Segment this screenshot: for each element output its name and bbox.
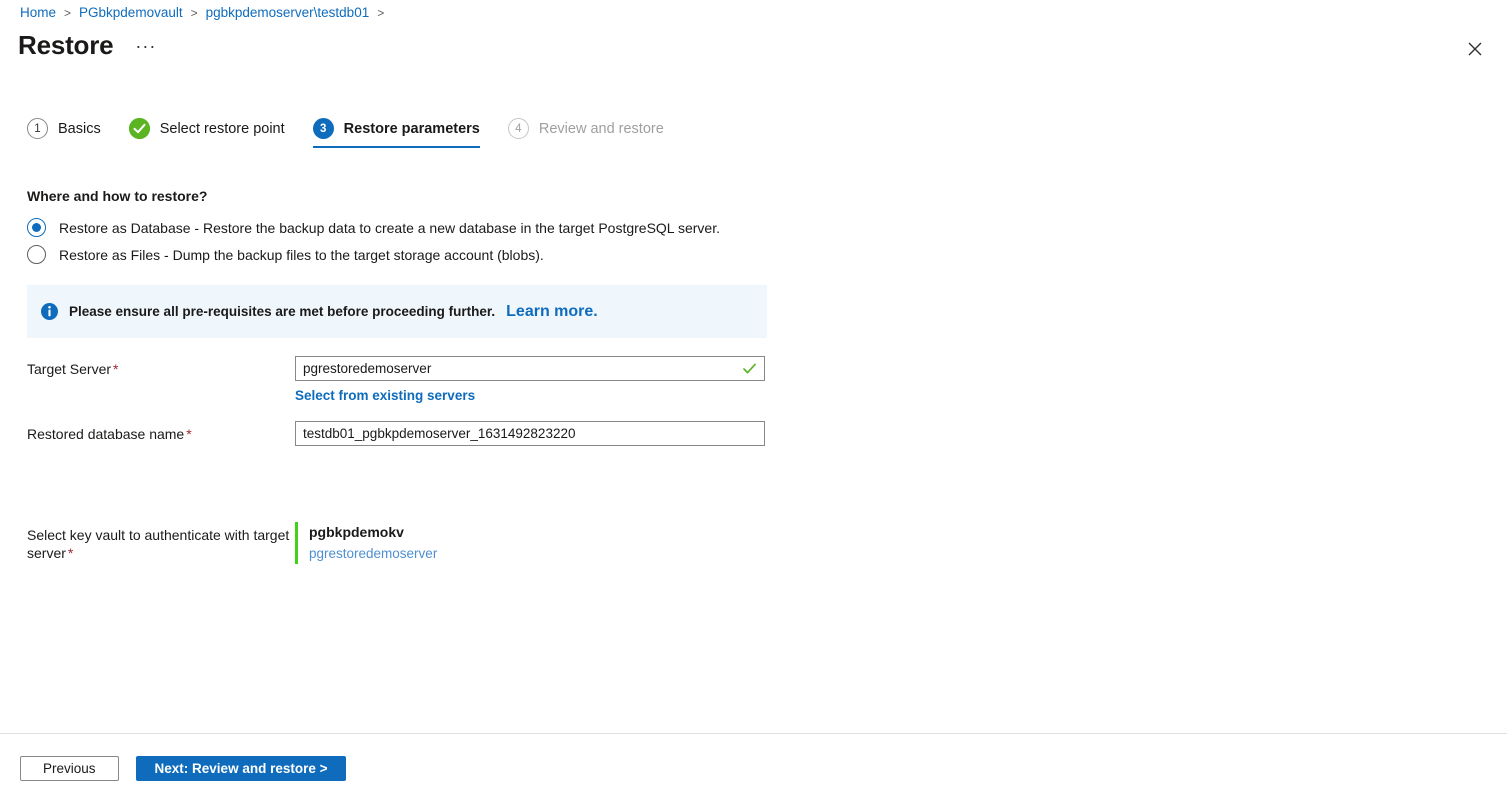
prerequisites-info-banner: Please ensure all pre-requisites are met… <box>27 285 767 338</box>
breadcrumb-item-vault[interactable]: PGbkpdemovault <box>79 5 183 20</box>
breadcrumb-separator-icon: > <box>377 6 384 20</box>
section-question: Where and how to restore? <box>27 188 1507 204</box>
select-from-existing-servers-link[interactable]: Select from existing servers <box>295 388 765 403</box>
learn-more-link[interactable]: Learn more. <box>506 303 598 321</box>
breadcrumb-item-home[interactable]: Home <box>20 5 56 20</box>
step-number-badge: 3 <box>313 118 334 139</box>
breadcrumb-separator-icon: > <box>191 6 198 20</box>
title-row: Restore ··· <box>18 30 162 61</box>
radio-restore-as-files[interactable]: Restore as Files - Dump the backup files… <box>27 245 1507 264</box>
wizard-steps: 1 Basics Select restore point 3 Restore … <box>27 118 678 148</box>
radio-restore-as-database[interactable]: Restore as Database - Restore the backup… <box>27 218 1507 237</box>
footer-divider <box>0 733 1507 734</box>
key-vault-name: pgbkpdemokv <box>309 522 437 543</box>
restored-database-name-label: Restored database name* <box>27 421 295 443</box>
wizard-step-basics[interactable]: 1 Basics <box>27 118 115 148</box>
close-icon <box>1468 42 1482 56</box>
key-vault-label-text: Select key vault to authenticate with ta… <box>27 527 289 561</box>
radio-unselected-icon <box>27 245 46 264</box>
form-body: Where and how to restore? Restore as Dat… <box>0 170 1507 564</box>
step-check-icon <box>129 118 150 139</box>
radio-label: Restore as Files - Dump the backup files… <box>59 247 544 263</box>
restored-database-name-control <box>295 421 765 446</box>
info-icon <box>41 303 58 320</box>
key-vault-control: pgbkpdemokv pgrestoredemoserver <box>295 522 437 564</box>
radio-label: Restore as Database - Restore the backup… <box>59 220 720 236</box>
required-marker: * <box>186 426 191 442</box>
wizard-step-restore-parameters[interactable]: 3 Restore parameters <box>313 118 494 148</box>
key-vault-label: Select key vault to authenticate with ta… <box>27 522 295 562</box>
target-server-input[interactable] <box>295 356 765 381</box>
target-server-label: Target Server* <box>27 356 295 378</box>
next-review-and-restore-button[interactable]: Next: Review and restore > <box>136 756 347 781</box>
step-label: Review and restore <box>539 121 664 137</box>
radio-selected-icon <box>27 218 46 237</box>
page-title: Restore <box>18 30 113 61</box>
step-number-badge: 4 <box>508 118 529 139</box>
key-vault-subtitle[interactable]: pgrestoredemoserver <box>309 543 437 564</box>
required-marker: * <box>68 545 73 561</box>
breadcrumb: Home > PGbkpdemovault > pgbkpdemoserver\… <box>20 5 392 20</box>
restored-database-name-label-text: Restored database name <box>27 426 184 442</box>
restored-database-name-field-row: Restored database name* <box>27 403 1507 446</box>
restored-database-name-input[interactable] <box>295 421 765 446</box>
restore-wizard-page: Home > PGbkpdemovault > pgbkpdemoserver\… <box>0 0 1507 801</box>
step-label: Basics <box>58 121 101 137</box>
target-server-field-row: Target Server* Select from existing serv… <box>27 338 1507 403</box>
key-vault-field-row: Select key vault to authenticate with ta… <box>27 504 1507 564</box>
wizard-footer: Previous Next: Review and restore > <box>20 756 346 781</box>
info-banner-text: Please ensure all pre-requisites are met… <box>69 304 495 319</box>
previous-button[interactable]: Previous <box>20 756 119 781</box>
close-button[interactable] <box>1459 33 1491 65</box>
more-options-button[interactable]: ··· <box>129 37 162 55</box>
breadcrumb-separator-icon: > <box>64 6 71 20</box>
target-server-label-text: Target Server <box>27 361 111 377</box>
wizard-step-select-restore-point[interactable]: Select restore point <box>129 118 299 148</box>
required-marker: * <box>113 361 118 377</box>
step-label: Restore parameters <box>344 121 480 137</box>
step-number-badge: 1 <box>27 118 48 139</box>
restore-option-radio-group: Restore as Database - Restore the backup… <box>27 218 1507 264</box>
target-server-control: Select from existing servers <box>295 356 765 403</box>
key-vault-selected-card[interactable]: pgbkpdemokv pgrestoredemoserver <box>295 522 437 564</box>
step-label: Select restore point <box>160 121 285 137</box>
wizard-step-review-and-restore[interactable]: 4 Review and restore <box>508 118 678 148</box>
breadcrumb-item-database[interactable]: pgbkpdemoserver\testdb01 <box>206 5 370 20</box>
